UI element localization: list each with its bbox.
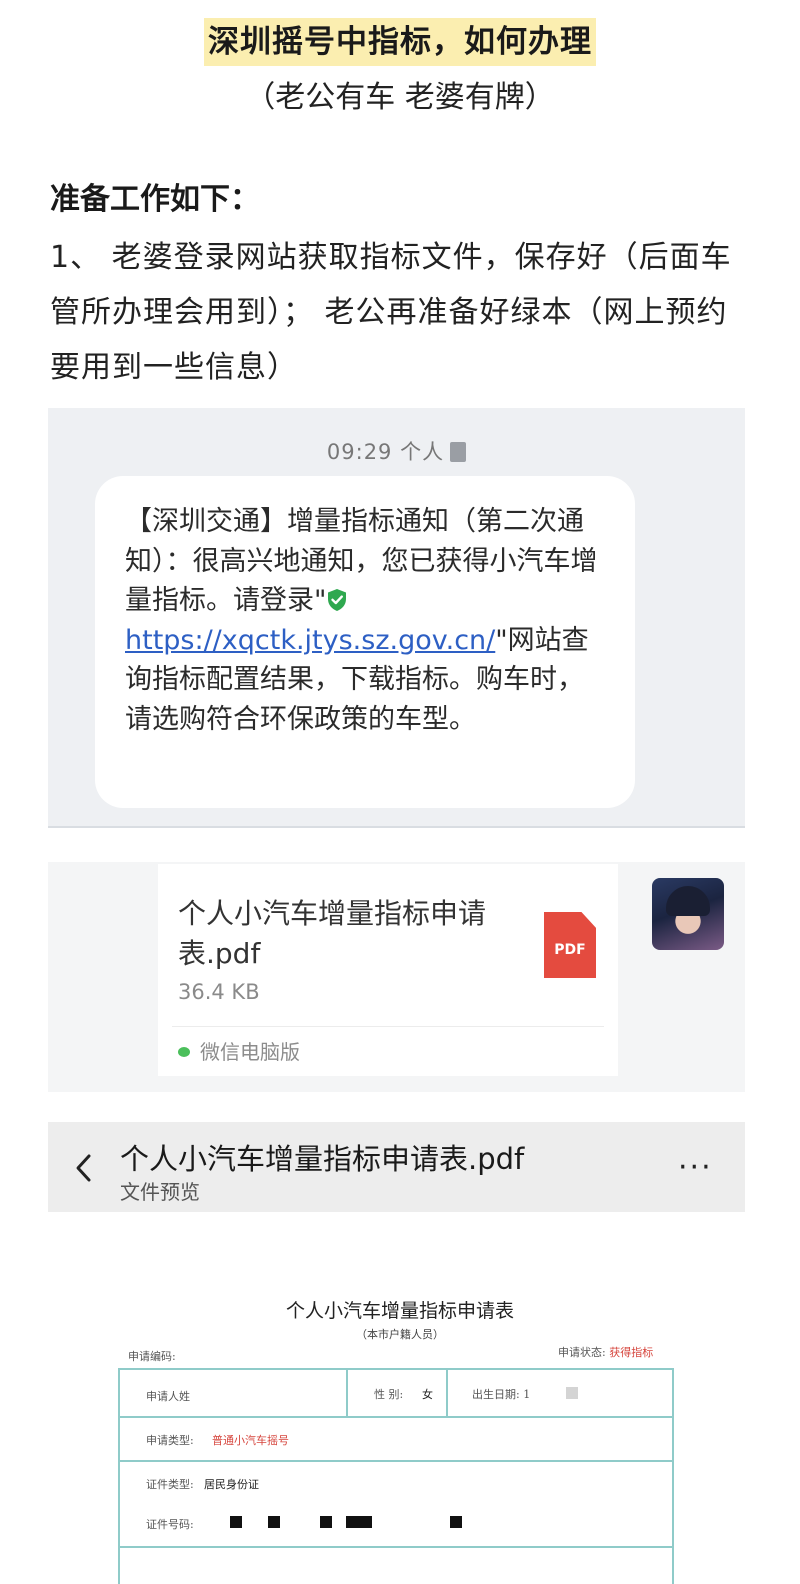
form-row-divider [120,1460,672,1462]
gender-value: 女 [422,1388,433,1401]
article-title-wrap: 深圳摇号中指标，如何办理 [0,18,800,66]
redacted-id-segment [320,1516,332,1528]
sim-card-icon [450,442,467,462]
sender-avatar[interactable] [652,878,724,950]
form-col-divider [346,1370,348,1418]
file-preview-bar: 个人小汽车增量指标申请表.pdf 文件预览 ··· [48,1122,745,1212]
redacted-id-segment [346,1516,372,1528]
redacted-id-segment [230,1516,242,1528]
verified-shield-icon [328,589,347,611]
file-name: 个人小汽车增量指标申请表.pdf [178,897,487,970]
prep-body: 1、 老婆登录网站获取指标文件，保存好（后面车管所办理会用到）； 老公再准备好绿… [50,240,732,385]
id-type-label: 证件类型: [146,1478,194,1491]
pdf-file-icon: PDF [544,912,596,978]
form-status: 申请状态: 获得指标 [558,1344,653,1360]
application-type-label: 申请类型: [146,1434,194,1447]
file-source-label: 微信电脑版 [200,1040,300,1064]
birth-date-label: 出生日期: 1 [472,1388,531,1401]
form-title: 个人小汽车增量指标申请表 [285,1300,514,1322]
gender-label: 性 别: [374,1388,404,1401]
sms-time-text: 09:29 个人 [326,440,445,464]
id-number-label: 证件号码: [146,1518,194,1531]
article-subtitle: （老公有车 老婆有牌） [245,80,555,115]
sms-screenshot: 09:29 个人 【深圳交通】增量指标通知（第二次通知）：很高兴地通知，您已获得… [48,408,745,828]
sms-text-before-link: 【深圳交通】增量指标通知（第二次通知）：很高兴地通知，您已获得小汽车增量指标。请… [125,506,598,616]
wechat-file-message: 个人小汽车增量指标申请表.pdf 36.4 KB PDF 微信电脑版 [48,862,745,1092]
prep-heading: 准备工作如下： [50,182,260,217]
form-status-value: 获得指标 [609,1346,654,1359]
sms-bubble: 【深圳交通】增量指标通知（第二次通知）：很高兴地通知，您已获得小汽车增量指标。请… [95,476,635,808]
preview-title: 个人小汽车增量指标申请表.pdf [120,1142,525,1176]
form-row-divider [120,1546,672,1548]
applicant-name-label: 申请人姓 [146,1390,190,1403]
file-source: 微信电脑版 [178,1036,300,1065]
preview-subtitle: 文件预览 [120,1180,200,1204]
form-status-label: 申请状态: [558,1346,606,1359]
form-code-label: 申请编码: [128,1350,176,1363]
redacted-birth-date [566,1387,578,1399]
file-card-divider [172,1026,604,1027]
sms-link[interactable]: https://xqctk.jtys.sz.gov.cn/ [125,625,495,656]
form-note: （本市户籍人员） [356,1328,444,1341]
more-options-icon[interactable]: ··· [678,1153,713,1183]
redacted-id-segment [268,1516,280,1528]
application-type-value: 普通小汽车摇号 [212,1434,289,1447]
pdf-icon-label: PDF [554,942,586,958]
redacted-id-segment [450,1516,462,1528]
file-card[interactable]: 个人小汽车增量指标申请表.pdf 36.4 KB PDF 微信电脑版 [158,864,618,1076]
form-col-divider [446,1370,448,1418]
sms-timestamp: 09:29 个人 [48,436,745,466]
file-size: 36.4 KB [178,980,260,1004]
form-table: 申请人姓 性 别: 女 出生日期: 1 申请类型: 普通小汽车摇号 证件类型: … [118,1368,674,1584]
id-type-value: 居民身份证 [204,1478,259,1491]
back-chevron-icon[interactable] [72,1152,96,1184]
form-row-divider [120,1416,672,1418]
article-title: 深圳摇号中指标，如何办理 [204,18,596,66]
wechat-icon [178,1047,190,1057]
